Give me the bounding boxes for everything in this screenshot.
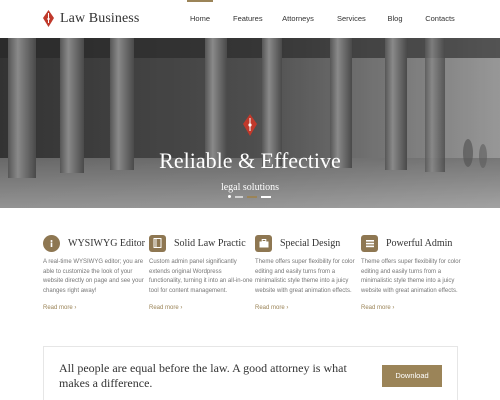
chevron-right-icon: › xyxy=(74,305,77,311)
chevron-right-icon: › xyxy=(180,305,183,311)
slider-dot[interactable] xyxy=(261,195,271,198)
feature-description: A real-time WYSIWYG editor; you are able… xyxy=(43,259,144,294)
info-icon xyxy=(43,234,60,252)
feature-card: WYSIWYG Editor A real-time WYSIWYG edito… xyxy=(43,234,149,314)
banner-quote: All people are equal before the law. A g… xyxy=(59,361,347,390)
nav-blog[interactable]: Blog xyxy=(386,0,404,38)
feature-title: Solid Law Practic xyxy=(174,237,246,249)
hero-subtitle: legal solutions xyxy=(220,182,280,193)
nav-services[interactable]: Services xyxy=(337,0,366,38)
call-to-action-banner: All people are equal before the law. A g… xyxy=(43,346,458,400)
gavel-icon xyxy=(361,234,378,252)
feature-title: WYSIWYG Editor xyxy=(68,237,145,249)
brand-name: Law Business xyxy=(60,10,140,26)
chevron-right-icon: › xyxy=(392,305,395,311)
feature-description: Theme offers super flexibility for color… xyxy=(255,259,355,294)
feature-title: Powerful Admin xyxy=(386,237,453,249)
chevron-right-icon: › xyxy=(286,305,289,311)
site-header: Law Business Home Features Attorneys Ser… xyxy=(0,0,500,38)
feature-description: Theme offers super flexibility for color… xyxy=(361,259,461,294)
download-button[interactable]: Download xyxy=(382,365,442,387)
feature-description: Custom admin panel significantly extends… xyxy=(149,259,253,294)
book-icon xyxy=(149,234,166,252)
feature-card: Special Design Theme offers super flexib… xyxy=(255,234,361,314)
nav-home[interactable]: Home xyxy=(187,0,213,38)
feature-card: Solid Law Practic Custom admin panel sig… xyxy=(149,234,255,314)
nav-contacts[interactable]: Contacts xyxy=(425,0,455,38)
read-more-link[interactable]: Read more › xyxy=(43,305,76,311)
nav-features[interactable]: Features xyxy=(233,0,263,38)
slider-pagination xyxy=(228,195,271,198)
pen-nib-logo-icon xyxy=(43,10,54,27)
slider-dot-active[interactable] xyxy=(247,195,257,198)
feature-title: Special Design xyxy=(280,237,341,249)
hero-slider: Reliable & Effective legal solutions xyxy=(0,38,500,208)
feature-card: Powerful Admin Theme offers super flexib… xyxy=(361,234,461,314)
slider-dot[interactable] xyxy=(228,195,231,198)
read-more-link[interactable]: Read more › xyxy=(149,305,182,311)
nav-attorneys[interactable]: Attorneys xyxy=(282,0,314,38)
read-more-link[interactable]: Read more › xyxy=(361,305,394,311)
briefcase-icon xyxy=(255,234,272,252)
read-more-link[interactable]: Read more › xyxy=(255,305,288,311)
slider-dot[interactable] xyxy=(235,195,243,198)
logo[interactable]: Law Business xyxy=(43,10,139,27)
pen-nib-icon xyxy=(243,114,257,136)
hero-title: Reliable & Effective xyxy=(159,148,341,173)
